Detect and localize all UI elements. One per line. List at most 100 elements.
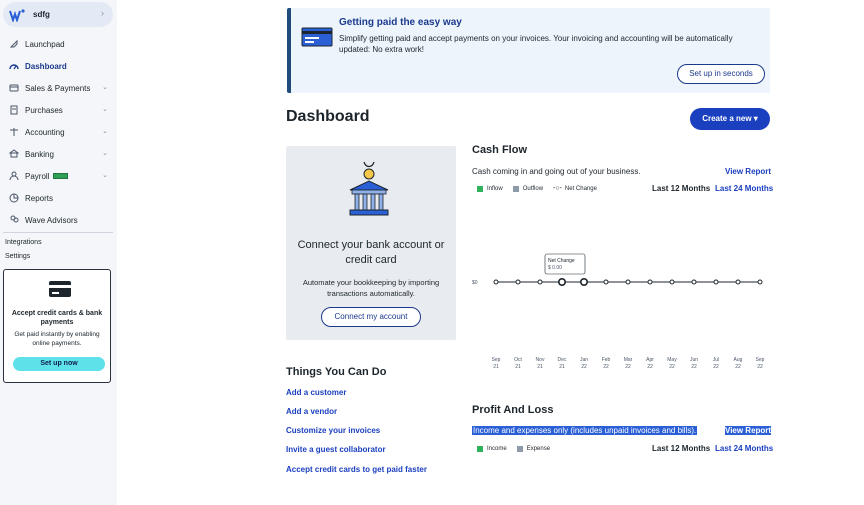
chevron-down-icon: ⌄ — [102, 106, 108, 113]
sidebar-item-sales-payments[interactable]: Sales & Payments ⌄ — [0, 77, 117, 99]
x-tick-label-month: Feb — [602, 357, 611, 363]
sidebar-link-settings[interactable]: Settings — [5, 253, 30, 260]
add-vendor-link[interactable]: Add a vendor — [286, 407, 337, 416]
payroll-badge-icon — [53, 173, 69, 179]
profit-loss-last-12-months[interactable]: Last 12 Months — [652, 444, 710, 453]
x-tick-label-month: Jun — [690, 357, 698, 363]
sidebar-item-label: Purchases — [25, 105, 63, 115]
profit-loss-title: Profit And Loss — [472, 404, 554, 416]
chevron-down-icon: ⌄ — [102, 128, 108, 135]
inflow-swatch — [477, 185, 483, 192]
x-tick-label-month: Dec — [558, 357, 567, 363]
net-change-point — [558, 277, 567, 286]
x-tick-label-month: Mar — [624, 357, 633, 363]
legend-expense-label: Expense — [526, 446, 551, 452]
sidebar-item-label: Accounting — [25, 127, 65, 137]
legend-outflow: Outflow — [512, 185, 543, 192]
x-tick-label-month: May — [667, 357, 677, 363]
legend-income: Income — [477, 446, 507, 452]
credit-card-icon — [49, 281, 71, 297]
cash-flow-view-report-link[interactable]: View Report — [725, 167, 771, 176]
sidebar-link-integrations[interactable]: Integrations — [5, 239, 42, 246]
cash-flow-subtitle: Cash coming in and going out of your bus… — [472, 167, 641, 176]
tooltip-value: $ 0.00 — [548, 265, 562, 271]
profit-loss-legend: Income Expense — [477, 446, 560, 452]
sidebar-nav: Launchpad Dashboard Sales & Payments ⌄ Purch… — [0, 33, 117, 231]
bank-icon — [9, 149, 19, 158]
profit-loss-view-report-link[interactable]: View Report — [725, 426, 772, 435]
profit-loss-subtitle: Income and expenses only (includes unpai… — [472, 426, 698, 435]
connect-card-title: Connect your bank account or credit card — [297, 239, 445, 266]
set-up-in-seconds-button[interactable]: Set up in seconds — [677, 64, 765, 84]
bank-building-icon — [349, 161, 389, 216]
x-tick-label-year: 22 — [757, 364, 763, 370]
x-tick-label-month: Sep — [756, 357, 765, 363]
chevron-right-icon: › — [101, 8, 104, 18]
profit-loss-last-24-months[interactable]: Last 24 Months — [715, 444, 773, 453]
sidebar-item-dashboard[interactable]: Dashboard — [0, 55, 117, 77]
x-tick-label-year: 22 — [735, 364, 741, 370]
cash-flow-title: Cash Flow — [472, 144, 528, 156]
chevron-down-icon: ⌄ — [102, 150, 108, 157]
sidebar-item-label: Payroll — [25, 171, 50, 181]
connect-my-account-button[interactable]: Connect my account — [321, 307, 421, 327]
promo-description: Get paid instantly by enabling online pa… — [14, 331, 100, 347]
invite-collaborator-link[interactable]: Invite a guest collaborator — [286, 445, 386, 454]
x-tick-label-month: Sep — [492, 357, 501, 363]
cash-flow-last-24-months[interactable]: Last 24 Months — [715, 184, 773, 193]
business-name: sdfg — [33, 10, 50, 19]
net-change-point — [691, 279, 697, 285]
sidebar-item-launchpad[interactable]: Launchpad — [0, 33, 117, 55]
net-change-point — [580, 277, 589, 286]
x-tick-label-month: Jul — [713, 357, 719, 363]
net-change-point — [625, 279, 631, 285]
scale-icon — [10, 128, 18, 136]
x-tick-label-year: 22 — [691, 364, 697, 370]
net-change-point — [735, 279, 741, 285]
banner-title: Getting paid the easy way — [339, 17, 462, 28]
accept-credit-cards-link[interactable]: Accept credit cards to get paid faster — [286, 465, 427, 474]
create-new-button[interactable]: Create a new ▾ — [690, 108, 770, 130]
x-tick-label-year: 22 — [625, 364, 631, 370]
legend-inflow: Inflow — [477, 185, 503, 192]
x-tick-label-year: 21 — [559, 364, 565, 370]
sidebar-item-label: Dashboard — [25, 61, 67, 71]
banner-text: Simplify getting paid and accept payment… — [339, 34, 733, 54]
tooltip-title: Net Change — [548, 258, 575, 264]
sidebar-item-payroll[interactable]: Payroll ⌄ — [0, 165, 117, 187]
invoice-card-icon — [301, 27, 333, 47]
sidebar-item-reports[interactable]: Reports — [0, 187, 117, 209]
net-change-point — [493, 279, 499, 285]
add-customer-link[interactable]: Add a customer — [286, 388, 346, 397]
chevron-down-icon: ⌄ — [102, 172, 108, 179]
tooltip-box — [544, 253, 586, 275]
promo-title: Accept credit cards & bank payments — [11, 310, 103, 326]
expense-swatch — [516, 446, 523, 452]
net-change-point — [669, 279, 675, 285]
sidebar-item-banking[interactable]: Banking ⌄ — [0, 143, 117, 165]
x-tick-label-year: 22 — [713, 364, 719, 370]
sidebar: sdfg › Launchpad Dashboard Sales & Payment… — [0, 0, 117, 505]
customize-invoices-link[interactable]: Customize your invoices — [286, 426, 380, 435]
cash-flow-last-12-months[interactable]: Last 12 Months — [652, 184, 710, 193]
net-change-point — [757, 279, 763, 285]
x-tick-label-year: 22 — [647, 364, 653, 370]
legend-net-change: -○- Net Change — [553, 185, 597, 192]
sidebar-item-wave-advisors[interactable]: Wave Advisors — [0, 209, 117, 231]
y-axis-label: $0 — [472, 280, 478, 286]
business-switcher[interactable]: sdfg › — [3, 2, 113, 27]
receipt-icon — [10, 105, 18, 115]
x-tick-label-year: 21 — [537, 364, 543, 370]
net-change-point — [647, 279, 653, 285]
sidebar-item-label: Sales & Payments — [25, 83, 91, 93]
income-swatch — [477, 446, 483, 452]
sidebar-item-accounting[interactable]: Accounting ⌄ — [0, 121, 117, 143]
payments-promo-card: Accept credit cards & bank payments Get … — [3, 269, 111, 383]
net-change-point — [603, 279, 609, 285]
page-title: Dashboard — [286, 108, 370, 125]
x-tick-label-month: Oct — [514, 357, 522, 363]
set-up-now-button[interactable]: Set up now — [13, 357, 105, 371]
legend-net-change-label: Net Change — [564, 185, 597, 192]
sidebar-item-purchases[interactable]: Purchases ⌄ — [0, 99, 117, 121]
x-tick-label-year: 22 — [603, 364, 609, 370]
